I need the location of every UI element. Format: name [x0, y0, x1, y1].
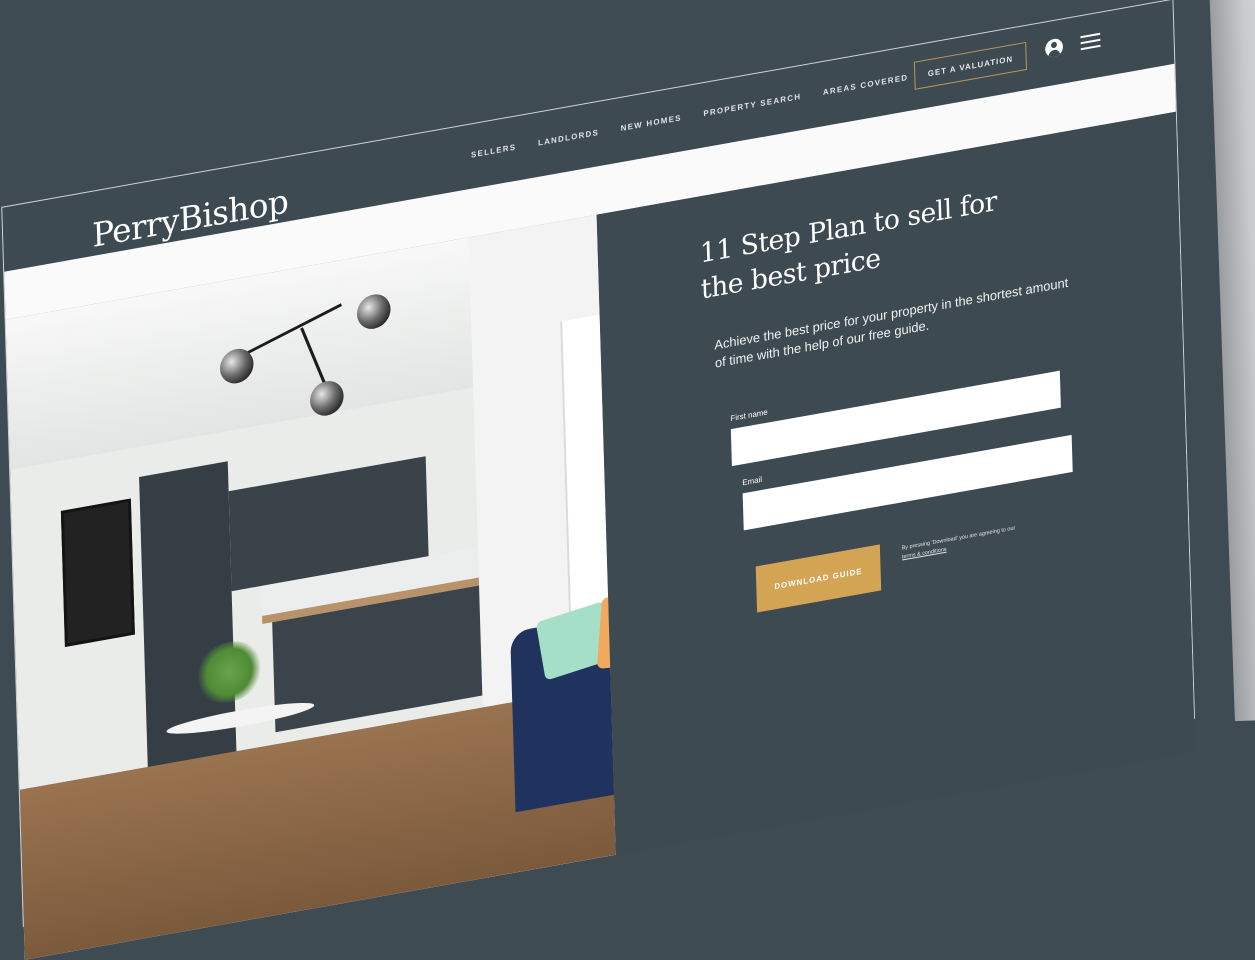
account-icon-body — [1048, 48, 1061, 59]
website: PerryBishop SELLERS LANDLORDS NEW HOMES … — [1, 0, 1196, 960]
terms-text: By pressing 'Download' you are agreeing … — [901, 525, 1016, 552]
download-guide-button[interactable]: DOWNLOAD GUIDE — [755, 544, 882, 613]
nav-sellers[interactable]: SELLERS — [471, 143, 517, 160]
hero-photo — [5, 214, 616, 960]
nav-new-homes[interactable]: NEW HOMES — [621, 113, 682, 133]
email-label: Email — [742, 474, 763, 488]
first-name-label: First name — [730, 407, 768, 424]
terms-note: By pressing 'Download' you are agreeing … — [902, 522, 1031, 563]
account-icon-head — [1050, 41, 1058, 49]
nav-property-search[interactable]: PROPERTY SEARCH — [703, 92, 801, 118]
nav-areas-covered[interactable]: AREAS COVERED — [823, 73, 909, 97]
account-icon[interactable] — [1044, 37, 1064, 59]
menu-line — [1080, 32, 1101, 39]
nav-landlords[interactable]: LANDLORDS — [538, 128, 599, 148]
tilted-screen: PerryBishop SELLERS LANDLORDS NEW HOMES … — [0, 0, 1255, 960]
menu-icon[interactable] — [1080, 32, 1101, 51]
get-valuation-button[interactable]: GET A VALUATION — [913, 41, 1028, 90]
photo-wall-art — [60, 498, 135, 647]
menu-line — [1080, 44, 1101, 51]
guide-form-panel: 11 Step Plan to sell for the best price … — [596, 111, 1196, 855]
menu-line — [1080, 38, 1101, 45]
